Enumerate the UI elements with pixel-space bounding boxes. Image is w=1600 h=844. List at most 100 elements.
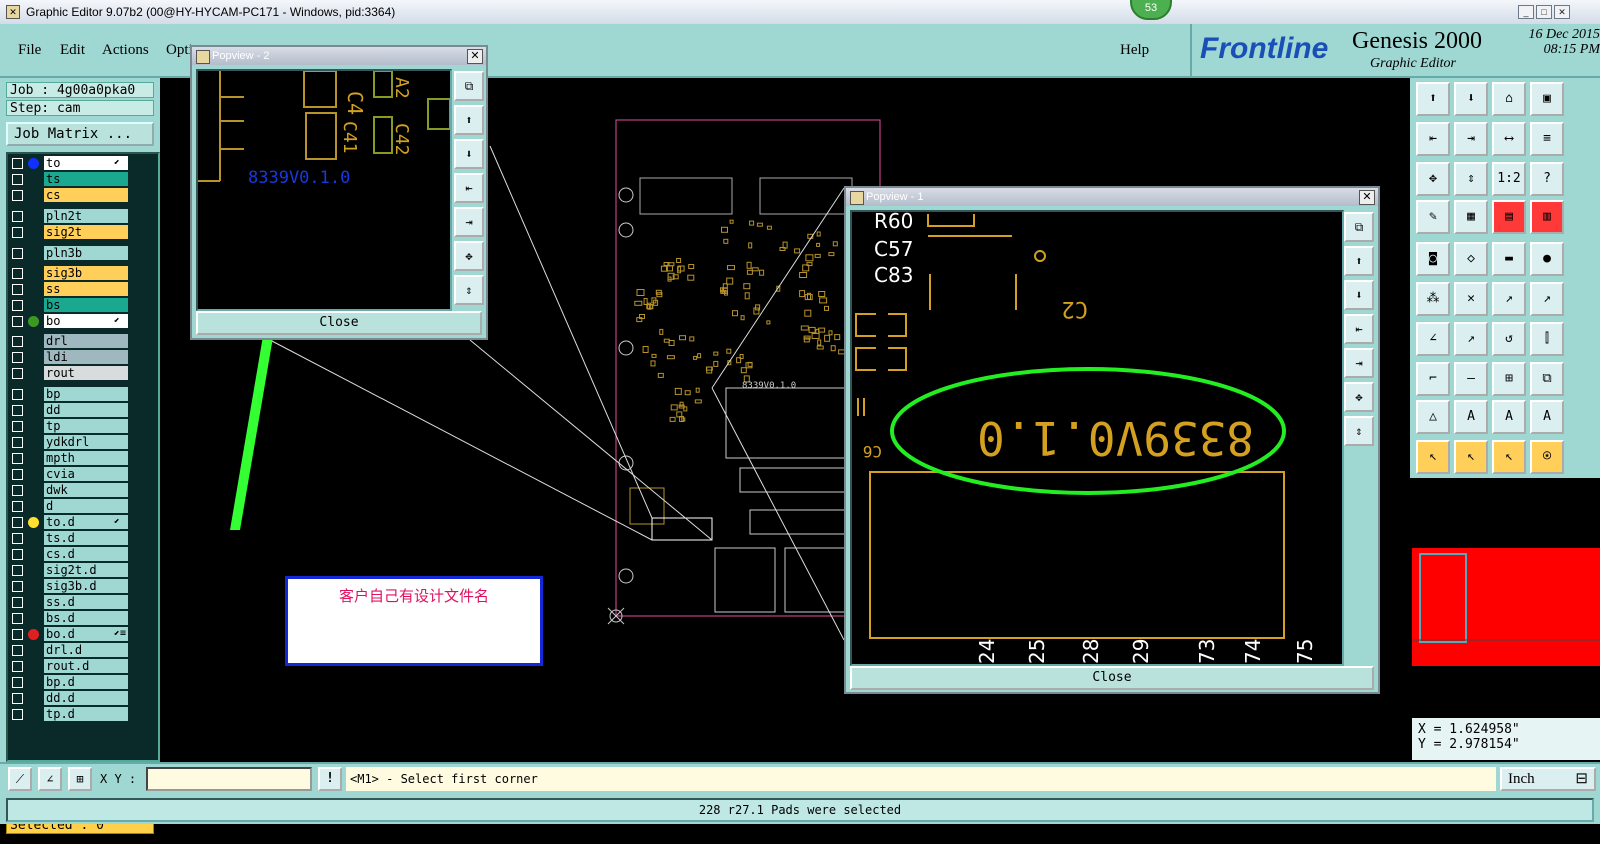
layer-row[interactable]: dwk <box>8 483 154 498</box>
layer-checkbox[interactable] <box>12 453 23 464</box>
layer-row[interactable]: ydkdrl <box>8 435 154 450</box>
layer-name[interactable]: ydkdrl <box>44 435 128 449</box>
popview-2-view[interactable]: C4 A2 C41 C42 8339V0.1.0 <box>196 69 452 311</box>
tool-button-row4-3[interactable]: ▤ <box>1492 200 1526 234</box>
tool-button-row4-4[interactable]: ▥ <box>1530 200 1564 234</box>
layer-name[interactable]: sig3b <box>44 266 128 280</box>
layer-row[interactable]: bp.d <box>8 675 154 690</box>
tool-button-row7-4[interactable]: ⫿ <box>1530 322 1564 356</box>
layer-name[interactable]: ts.d <box>44 531 128 545</box>
popview-pan-up-button[interactable]: ⬆ <box>454 105 484 135</box>
tool-button-row1-3[interactable]: ⌂ <box>1492 82 1526 116</box>
tool-button-row9-2[interactable]: A <box>1454 400 1488 434</box>
layer-name[interactable]: cvia <box>44 467 128 481</box>
popview-zoom-out-button[interactable]: ⇕ <box>1344 416 1374 446</box>
layer-name[interactable]: bs.d <box>44 611 128 625</box>
layer-name[interactable]: ldi <box>44 350 128 364</box>
layer-row[interactable]: bs <box>8 298 154 313</box>
layer-checkbox[interactable] <box>12 645 23 656</box>
layer-checkbox[interactable] <box>12 629 23 640</box>
popview-pan-down-button[interactable]: ⬇ <box>1344 280 1374 310</box>
popview-1-view[interactable]: R60 C57 C83 C2 C6 8339V0.1.0 24 25 28 29 <box>850 210 1344 666</box>
layer-name[interactable]: bp <box>44 387 128 401</box>
layer-name[interactable]: rout <box>44 366 128 380</box>
layer-row[interactable]: to ⬋ <box>8 156 154 171</box>
tool-button-row6-3[interactable]: ↗ <box>1492 282 1526 316</box>
layer-checkbox[interactable] <box>12 174 23 185</box>
layer-row[interactable]: ss <box>8 282 154 297</box>
tool-button-row5-1[interactable]: ◙ <box>1416 242 1450 276</box>
layer-row[interactable]: d <box>8 499 154 514</box>
layer-row[interactable]: sig2t <box>8 225 154 240</box>
tool-button-row8-4[interactable]: ⧉ <box>1530 362 1564 396</box>
tool-button-row7-1[interactable]: ∠ <box>1416 322 1450 356</box>
layer-row[interactable]: sig3b.d <box>8 579 154 594</box>
popview-1-close-button[interactable]: Close <box>850 666 1374 690</box>
layer-row[interactable]: ts <box>8 172 154 187</box>
layer-row[interactable]: dd.d <box>8 691 154 706</box>
tool-button-row10-2[interactable]: ↖ <box>1454 440 1488 474</box>
tool-button-row2-4[interactable]: ≡ <box>1530 122 1564 156</box>
popview-pan-down-button[interactable]: ⬇ <box>454 139 484 169</box>
popview-zoom-out-button[interactable]: ⇕ <box>454 275 484 305</box>
tool-button-row9-3[interactable]: A <box>1492 400 1526 434</box>
tool-button-row6-2[interactable]: ✕ <box>1454 282 1488 316</box>
layer-name[interactable]: cs <box>44 188 128 202</box>
layer-name[interactable]: ss.d <box>44 595 128 609</box>
layer-color-dot[interactable] <box>28 158 39 169</box>
layer-row[interactable]: pln2t <box>8 209 154 224</box>
layer-name[interactable]: sig2t <box>44 225 128 239</box>
tool-button-row7-3[interactable]: ↺ <box>1492 322 1526 356</box>
layer-checkbox[interactable] <box>12 437 23 448</box>
job-matrix-button[interactable]: Job Matrix ... <box>6 122 154 146</box>
tool-button-row10-4[interactable]: ⍟ <box>1530 440 1564 474</box>
tool-button-row9-4[interactable]: A <box>1530 400 1564 434</box>
maximize-button[interactable]: □ <box>1536 5 1552 19</box>
popview-2-window[interactable]: Popview - 2 ✕ C4 A2 C41 C42 8339V0.1.0 ⧉… <box>190 45 488 340</box>
popview-zoom-in-button[interactable]: ✥ <box>454 241 484 271</box>
tool-button-row3-4[interactable]: ? <box>1530 162 1564 196</box>
units-selector[interactable]: Inch ⊟ <box>1500 767 1596 791</box>
tool-button-row3-3[interactable]: 1:2 <box>1492 162 1526 196</box>
layer-row[interactable]: drl.d <box>8 643 154 658</box>
tool-button-row3-1[interactable]: ✥ <box>1416 162 1450 196</box>
layer-checkbox[interactable] <box>12 268 23 279</box>
layer-checkbox[interactable] <box>12 613 23 624</box>
layer-name[interactable]: d <box>44 499 128 513</box>
menu-options[interactable]: Opti <box>166 42 193 59</box>
snap-mode-button[interactable]: ⟋ <box>8 767 32 791</box>
layer-checkbox[interactable] <box>12 517 23 528</box>
layer-checkbox[interactable] <box>12 533 23 544</box>
layer-row[interactable]: rout <box>8 366 154 381</box>
tool-button-row3-2[interactable]: ⇕ <box>1454 162 1488 196</box>
tool-button-row2-2[interactable]: ⇥ <box>1454 122 1488 156</box>
tool-button-row2-3[interactable]: ⟷ <box>1492 122 1526 156</box>
layer-row[interactable]: tp <box>8 419 154 434</box>
layer-name[interactable]: rout.d <box>44 659 128 673</box>
layer-row[interactable]: to.d ⬋ <box>8 515 154 530</box>
popview-zoom-home-button[interactable]: ⧉ <box>1344 212 1374 242</box>
layer-checkbox[interactable] <box>12 549 23 560</box>
tool-button-row5-2[interactable]: ◇ <box>1454 242 1488 276</box>
layer-row[interactable]: sig3b <box>8 266 154 281</box>
tool-button-row5-3[interactable]: ▬ <box>1492 242 1526 276</box>
alert-button[interactable]: ! <box>318 767 342 791</box>
layer-row[interactable]: cvia <box>8 467 154 482</box>
layer-name[interactable]: tp <box>44 419 128 433</box>
popview-1-window[interactable]: Popview - 1 ✕ R60 C57 C83 C2 C6 8339V0.1… <box>844 186 1380 694</box>
tool-button-row5-4[interactable]: ● <box>1530 242 1564 276</box>
layer-color-dot[interactable] <box>28 316 39 327</box>
tool-button-row10-3[interactable]: ↖ <box>1492 440 1526 474</box>
tool-button-row2-1[interactable]: ⇤ <box>1416 122 1450 156</box>
layer-checkbox[interactable] <box>12 581 23 592</box>
layer-name[interactable]: dwk <box>44 483 128 497</box>
popview-pan-right-button[interactable]: ⇥ <box>454 207 484 237</box>
layer-name[interactable]: mpth <box>44 451 128 465</box>
tool-button-row1-1[interactable]: ⬆ <box>1416 82 1450 116</box>
layer-checkbox[interactable] <box>12 421 23 432</box>
menu-edit[interactable]: Edit <box>60 42 85 59</box>
layer-row[interactable]: sig2t.d <box>8 563 154 578</box>
tool-button-row1-4[interactable]: ▣ <box>1530 82 1564 116</box>
tool-button-row4-1[interactable]: ✎ <box>1416 200 1450 234</box>
tool-button-row8-2[interactable]: — <box>1454 362 1488 396</box>
